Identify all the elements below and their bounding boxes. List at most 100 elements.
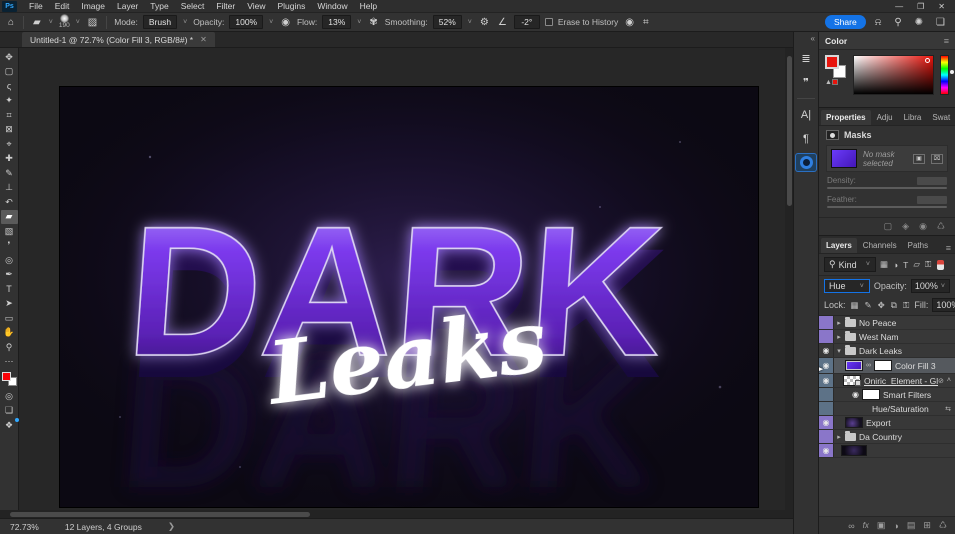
lock-position-icon[interactable]: ✥ [877,300,886,311]
visibility-toggle[interactable]: ◉ [819,374,834,387]
brush-angle-input[interactable]: -2° [513,15,540,29]
filter-smart-objects-icon[interactable]: ⚿ [924,259,932,270]
add-vector-mask-icon[interactable]: ⌧ [931,153,943,164]
visibility-toggle[interactable]: ◉ [819,444,834,457]
invert-mask-icon[interactable]: ◈ [902,221,909,232]
layer-row-hue-saturation[interactable]: Hue/Saturation ⇆ [819,402,955,416]
path-selection-tool[interactable]: ➤ [1,297,18,312]
screen-mode-icon[interactable]: ❏ [1,404,18,419]
visibility-toggle[interactable]: ◉ [852,390,859,399]
panel-menu-icon[interactable]: ≡ [944,36,949,46]
home-icon[interactable]: ⌂ [6,17,16,28]
discover-icon[interactable]: ✺ [911,17,927,28]
clone-stamp-tool[interactable]: ⊥ [1,181,18,196]
document-tab[interactable]: Untitled-1 @ 72.7% (Color Fill 3, RGB/8#… [22,32,215,47]
filter-mask-thumbnail[interactable] [861,389,880,400]
type-tool[interactable]: T [1,282,18,297]
hue-slider-knob[interactable] [950,70,954,74]
chevron-down-icon[interactable]: ˅ [268,19,274,26]
panel-menu-icon[interactable]: ≡ [946,243,955,253]
menu-window[interactable]: Window [311,1,353,11]
chevron-down-icon[interactable]: ˅ [467,19,473,26]
airbrush-icon[interactable]: ✾ [367,17,379,28]
feather-slider[interactable] [827,206,947,208]
layer-thumbnail[interactable] [845,417,863,428]
foreground-background-swatches[interactable] [1,372,17,386]
search-icon[interactable]: ⚲ [890,17,905,28]
tab-libraries[interactable]: Libra [899,110,927,125]
filter-type-layers-icon[interactable]: T [902,260,909,270]
layer-row-smart-object[interactable]: ◉ Oniric_Element - Glow 2... ⊘ ˄ [819,374,955,388]
smoothing-gear-icon[interactable]: ⚙ [478,17,491,28]
new-adjustment-layer-icon[interactable]: ◑ [893,521,898,531]
horizontal-scrollbar[interactable] [0,510,793,518]
foreground-color-swatch[interactable] [1,372,11,381]
hue-slider[interactable] [940,55,949,95]
load-selection-icon[interactable]: ▢ [884,221,893,232]
pen-tool[interactable]: ✒ [1,268,18,283]
menu-layer[interactable]: Layer [111,1,144,11]
layer-opacity-input[interactable]: 100% ˅ [910,279,950,293]
minimize-button[interactable]: — [895,2,903,11]
smart-object-thumbnail[interactable] [842,375,861,386]
delete-mask-icon[interactable]: ♺ [937,221,945,232]
frame-tool[interactable]: ⊠ [1,123,18,138]
eyedropper-tool[interactable]: ⌖ [1,137,18,152]
brush-preset-picker[interactable]: 190 [59,14,70,30]
blur-tool[interactable]: ❜ [1,239,18,254]
layer-row-smart-filters[interactable]: ◉ Smart Filters [819,388,955,402]
layer-style-icon[interactable]: ⊘ [938,377,944,385]
character-panel-icon[interactable]: A| [796,106,816,123]
fill-layer-thumbnail[interactable] [845,360,863,371]
layer-row-export[interactable]: ◉ Export [819,416,955,430]
shape-tool[interactable]: ▭ [1,311,18,326]
feather-value[interactable] [917,195,947,204]
tab-close-icon[interactable]: ✕ [200,35,207,44]
crop-tool[interactable]: ⌗ [1,108,18,123]
pressure-opacity-icon[interactable]: ◉ [279,17,292,28]
status-chevron-icon[interactable]: ❯ [168,521,175,532]
gradient-tool[interactable]: ▧ [1,224,18,239]
lock-paint-icon[interactable]: ✎ [864,300,873,311]
add-mask-icon[interactable]: ▣ [877,520,886,531]
density-slider[interactable] [827,187,947,189]
layer-thumbnail[interactable] [841,445,867,456]
history-brush-tool[interactable]: ↶ [1,195,18,210]
mode-select[interactable]: Brush [142,15,178,29]
filter-kind-select[interactable]: ⚲ Kind ˅ [824,257,876,272]
eraser-tool[interactable]: ▰ [0,209,18,224]
menu-view[interactable]: View [241,1,271,11]
collapse-panels-icon[interactable]: « [811,34,818,43]
layer-row-west-nam[interactable]: ▸ West Nam [819,330,955,344]
menu-plugins[interactable]: Plugins [271,1,311,11]
layer-row-background-image[interactable]: ◉ [819,444,955,458]
eraser-tool-icon[interactable]: ▰ [31,17,43,28]
comment-icon[interactable]: ❞ [796,74,816,91]
lock-artboard-icon[interactable]: ⧉ [890,300,898,311]
notifications-bell-icon[interactable]: ⍾ [871,17,886,28]
canvas-area[interactable]: DARK DARK DARK Leaks [19,48,785,510]
menu-select[interactable]: Select [175,1,211,11]
share-button[interactable]: Share [825,15,866,29]
edit-toolbar-icon[interactable]: ⋯ [1,355,18,370]
quick-mask-icon[interactable]: ◎ [1,389,18,404]
layer-filter-toggle[interactable] [937,259,945,270]
erase-to-history-checkbox[interactable] [544,18,553,26]
filter-pixel-layers-icon[interactable]: ▦ [879,259,889,270]
hand-tool[interactable]: ✋ [1,326,18,341]
visibility-toggle[interactable] [819,430,834,443]
filter-blending-icon[interactable]: ⇆ [945,405,951,413]
chevron-down-icon[interactable]: ˅ [48,19,54,26]
lasso-tool[interactable]: ς [1,79,18,94]
tab-properties[interactable]: Properties [821,110,871,125]
pressure-size-icon[interactable]: ◉ [623,17,636,28]
color-swatches[interactable]: ▲ [825,55,847,86]
tab-paths[interactable]: Paths [903,238,933,253]
zoom-tool[interactable]: ⚲ [1,340,18,355]
new-layer-icon[interactable]: ⊞ [923,520,931,531]
brush-panel-toggle-icon[interactable]: ▨ [86,17,99,28]
link-layers-icon[interactable]: ∞ [848,521,854,531]
layer-style-fx-icon[interactable]: fx [863,521,869,530]
color-field[interactable] [853,55,934,95]
chevron-down-icon[interactable]: ˅ [356,19,362,26]
